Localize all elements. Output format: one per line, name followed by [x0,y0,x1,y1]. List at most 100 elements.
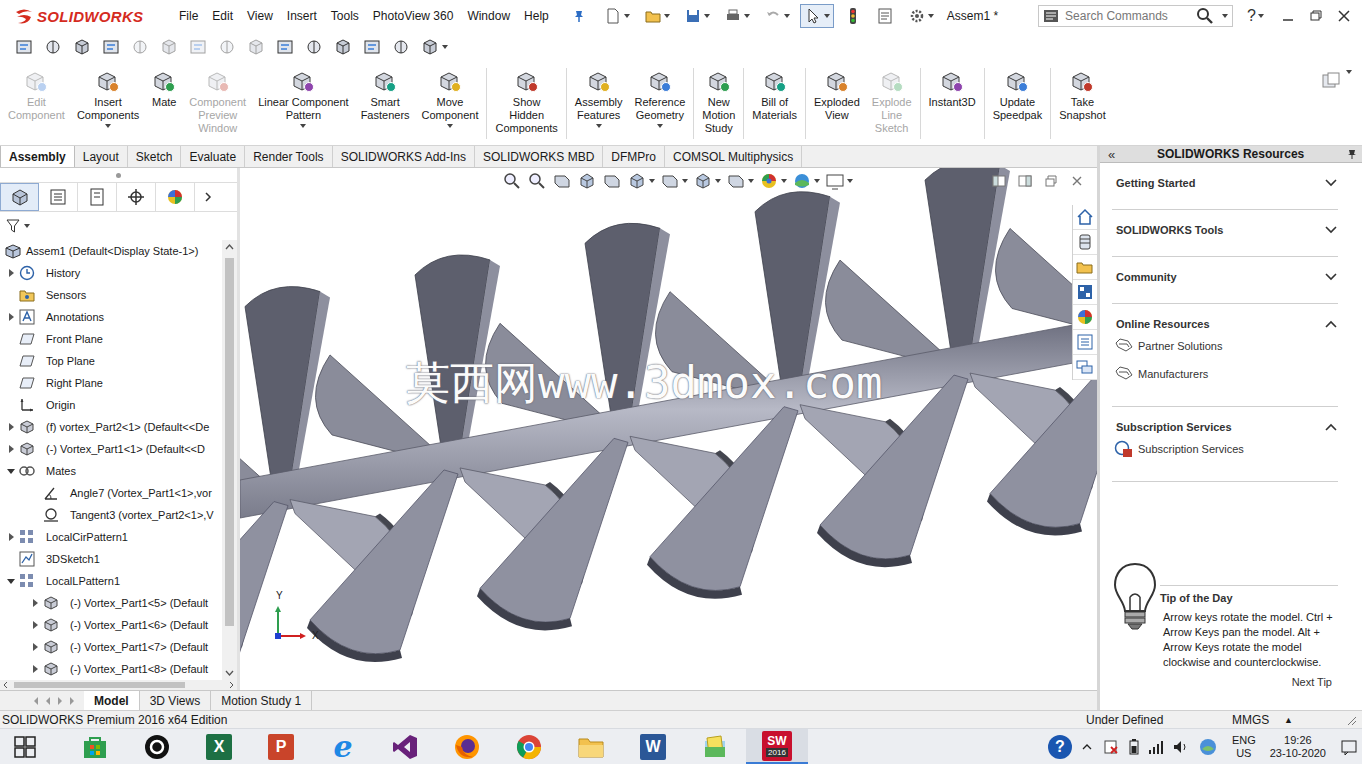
panel-tab[interactable] [39,183,78,211]
scroll-right-icon[interactable] [225,680,237,690]
language-indicator[interactable]: ENGUS [1232,734,1256,760]
dropdown-arrow-icon[interactable] [1222,14,1228,18]
tree-item[interactable]: Sensors [0,284,222,306]
tree-root[interactable]: Assem1 (Default<Display State-1>) [0,240,222,262]
search-box[interactable]: Search Commands [1038,5,1233,27]
solidworks-logo[interactable]: SOLIDWORKS [0,7,172,25]
expand-arrow-icon[interactable] [7,579,15,584]
toolbar-button[interactable] [389,35,413,59]
ribbon-button[interactable]: Bill ofMaterials [746,62,803,145]
powerpoint-button[interactable]: P [250,729,312,764]
vertical-scrollbar[interactable] [222,240,237,680]
chevron-down-icon[interactable] [1324,225,1338,235]
dropdown-arrow-icon[interactable] [814,179,820,183]
scroll-up-icon[interactable] [222,240,237,254]
pin-icon[interactable] [572,9,586,23]
quick-access-button[interactable] [600,4,634,28]
dropdown-arrow-icon[interactable] [300,124,306,128]
tree-item[interactable]: (-) Vortex_Part1<1> (Default<<D [0,438,222,460]
panel-handle[interactable] [0,168,237,182]
section-header[interactable]: SOLIDWORKS Tools [1112,222,1338,238]
chevron-up-icon[interactable] [1324,319,1338,329]
command-tab[interactable]: SOLIDWORKS Add-Ins [333,146,475,167]
menu-item[interactable]: PhotoView 360 [366,7,461,25]
tree-item[interactable]: Origin [0,394,222,416]
tree-item[interactable]: Front Plane [0,328,222,350]
heads-up-button[interactable] [660,171,688,191]
tree-item[interactable]: LocalLPattern1 [0,570,222,592]
task-pane-tab[interactable] [1073,330,1097,355]
battery-icon[interactable] [1128,738,1140,756]
minimize-icon[interactable] [1274,6,1302,26]
panel-tab[interactable] [156,183,195,211]
expand-arrow-icon[interactable] [9,423,14,431]
resource-link[interactable]: Partner Solutions [1112,332,1338,360]
task-pane-tab[interactable] [1073,205,1097,230]
ribbon-button[interactable]: NewMotionStudy [696,62,741,145]
dropdown-arrow-icon[interactable] [928,14,934,18]
vs-button[interactable] [374,729,436,764]
tree-item[interactable]: (-) Vortex_Part1<5> (Default [0,592,222,614]
dropdown-arrow-icon[interactable] [624,14,630,18]
tab-scroll-icon[interactable] [54,694,66,708]
command-tab[interactable]: Assembly [0,146,75,167]
restore-icon[interactable] [1302,6,1330,26]
vortex-assembly-model[interactable] [240,168,1097,690]
units-menu-button[interactable]: ▲ [1284,715,1344,725]
section-header[interactable]: Subscription Services [1112,419,1338,435]
clock[interactable]: 19:2623-10-2020 [1270,734,1326,760]
dropdown-arrow-icon[interactable] [781,179,787,183]
ribbon-button[interactable]: SmartFasteners [355,62,416,145]
tile-right-icon[interactable] [1017,174,1033,188]
dropdown-arrow-icon[interactable] [847,179,853,183]
resource-link[interactable]: Subscription Services [1112,435,1338,463]
quick-access-button[interactable] [640,4,674,28]
flag-icon[interactable] [1102,738,1120,756]
dropdown-arrow-icon[interactable] [824,14,830,18]
tree-item[interactable]: History [0,262,222,284]
more-tabs-icon[interactable] [201,187,215,207]
toolbar-button[interactable] [215,35,239,59]
command-tab[interactable]: Render Tools [245,146,333,167]
task-pane-tab[interactable] [1073,355,1097,380]
command-tab[interactable]: DFMPro [603,146,665,167]
dropdown-arrow-icon[interactable] [657,124,663,128]
heads-up-button[interactable] [527,171,547,191]
show-hidden-icons-icon[interactable] [1080,740,1094,754]
task-pane-tab[interactable] [1073,255,1097,280]
solidworks-button[interactable]: SW2016 [746,729,808,764]
dropdown-arrow-icon[interactable] [447,124,453,128]
tab-scroll-icon[interactable] [30,694,42,708]
quick-access-button[interactable] [760,4,794,28]
firefox-button[interactable] [436,729,498,764]
panel-tab[interactable] [117,183,156,211]
menu-item[interactable]: Help [517,7,556,25]
chevron-down-icon[interactable] [1324,272,1338,282]
quick-access-button[interactable] [720,4,754,28]
tree-item[interactable]: Annotations [0,306,222,328]
expand-arrow-icon[interactable] [9,533,14,541]
toolbar-button[interactable] [186,35,210,59]
heads-up-button[interactable] [602,171,622,191]
panel-tab[interactable] [0,183,39,211]
close-icon[interactable] [1069,174,1085,188]
dropdown-arrow-icon[interactable] [649,179,655,183]
menu-item[interactable]: File [172,7,205,25]
toolbar-button[interactable] [418,35,450,59]
ribbon-button[interactable]: Linear ComponentPattern [252,62,355,145]
expand-arrow-icon[interactable] [33,665,38,673]
tree-item[interactable]: (-) Vortex_Part1<7> (Default [0,636,222,658]
graphics-area[interactable]: 莫西网www.3dmox.comYX [240,168,1097,690]
close-icon[interactable] [1330,6,1358,26]
help-tray-icon[interactable]: ? [1048,735,1072,759]
collapse-button[interactable]: « [1108,147,1115,162]
restore-icon[interactable] [1043,174,1059,188]
tree-item[interactable]: 3DSketch1 [0,548,222,570]
quick-access-button[interactable] [800,4,834,28]
tree-item[interactable]: (-) Vortex_Part1<6> (Default [0,614,222,636]
tree-item[interactable]: (-) Vortex_Part1<8> (Default [0,658,222,680]
tree-item[interactable]: (f) vortex_Part2<1> (Default<<De [0,416,222,438]
magnifier-icon[interactable] [1196,7,1214,25]
quick-access-button[interactable] [680,4,714,28]
ribbon-button[interactable]: ComponentPreviewWindow [183,62,252,145]
